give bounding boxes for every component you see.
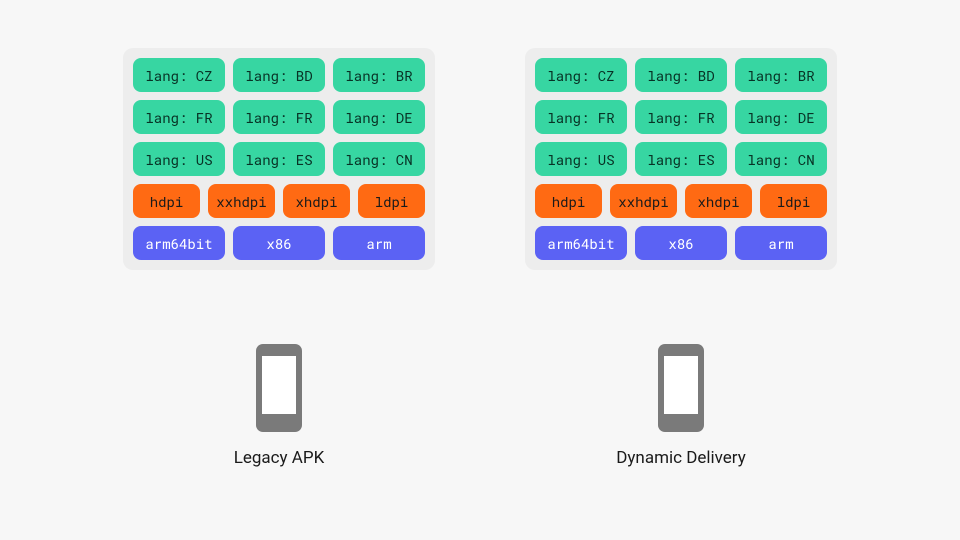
lang-row: lang: FR lang: FR lang: DE (133, 100, 425, 134)
arch-chip: x86 (233, 226, 325, 260)
lang-row: lang: CZ lang: BD lang: BR (535, 58, 827, 92)
arch-chip: x86 (635, 226, 727, 260)
lang-chip: lang: BR (735, 58, 827, 92)
dynamic-delivery-column: lang: CZ lang: BD lang: BR lang: FR lang… (525, 48, 837, 468)
legacy-apk-card: lang: CZ lang: BD lang: BR lang: FR lang… (123, 48, 435, 270)
lang-chip: lang: ES (233, 142, 325, 176)
lang-chip: lang: BD (635, 58, 727, 92)
lang-row: lang: CZ lang: BD lang: BR (133, 58, 425, 92)
phone-icon (252, 342, 306, 434)
arch-chip: arm64bit (133, 226, 225, 260)
legacy-apk-caption: Legacy APK (234, 448, 325, 468)
diagram-stage: lang: CZ lang: BD lang: BR lang: FR lang… (0, 0, 960, 540)
dpi-row: hdpi xxhdpi xhdpi ldpi (133, 184, 425, 218)
lang-chip: lang: FR (233, 100, 325, 134)
arch-row: arm64bit x86 arm (133, 226, 425, 260)
dpi-chip: xhdpi (283, 184, 350, 218)
lang-chip: lang: BD (233, 58, 325, 92)
dpi-chip: ldpi (760, 184, 827, 218)
lang-chip: lang: BR (333, 58, 425, 92)
arch-chip: arm (333, 226, 425, 260)
dpi-chip: ldpi (358, 184, 425, 218)
dynamic-delivery-card: lang: CZ lang: BD lang: BR lang: FR lang… (525, 48, 837, 270)
dpi-row: hdpi xxhdpi xhdpi ldpi (535, 184, 827, 218)
lang-chip: lang: CN (333, 142, 425, 176)
phone-icon (654, 342, 708, 434)
lang-chip: lang: FR (133, 100, 225, 134)
lang-row: lang: US lang: ES lang: CN (535, 142, 827, 176)
lang-row: lang: US lang: ES lang: CN (133, 142, 425, 176)
lang-chip: lang: FR (635, 100, 727, 134)
lang-chip: lang: FR (535, 100, 627, 134)
dpi-chip: xxhdpi (208, 184, 275, 218)
arch-chip: arm64bit (535, 226, 627, 260)
lang-chip: lang: DE (333, 100, 425, 134)
lang-chip: lang: CZ (133, 58, 225, 92)
lang-row: lang: FR lang: FR lang: DE (535, 100, 827, 134)
arch-row: arm64bit x86 arm (535, 226, 827, 260)
lang-chip: lang: CZ (535, 58, 627, 92)
lang-chip: lang: DE (735, 100, 827, 134)
arch-chip: arm (735, 226, 827, 260)
legacy-apk-column: lang: CZ lang: BD lang: BR lang: FR lang… (123, 48, 435, 468)
lang-chip: lang: US (535, 142, 627, 176)
dpi-chip: xxhdpi (610, 184, 677, 218)
lang-chip: lang: US (133, 142, 225, 176)
dpi-chip: xhdpi (685, 184, 752, 218)
dpi-chip: hdpi (133, 184, 200, 218)
lang-chip: lang: CN (735, 142, 827, 176)
dpi-chip: hdpi (535, 184, 602, 218)
lang-chip: lang: ES (635, 142, 727, 176)
dynamic-delivery-caption: Dynamic Delivery (616, 448, 746, 468)
